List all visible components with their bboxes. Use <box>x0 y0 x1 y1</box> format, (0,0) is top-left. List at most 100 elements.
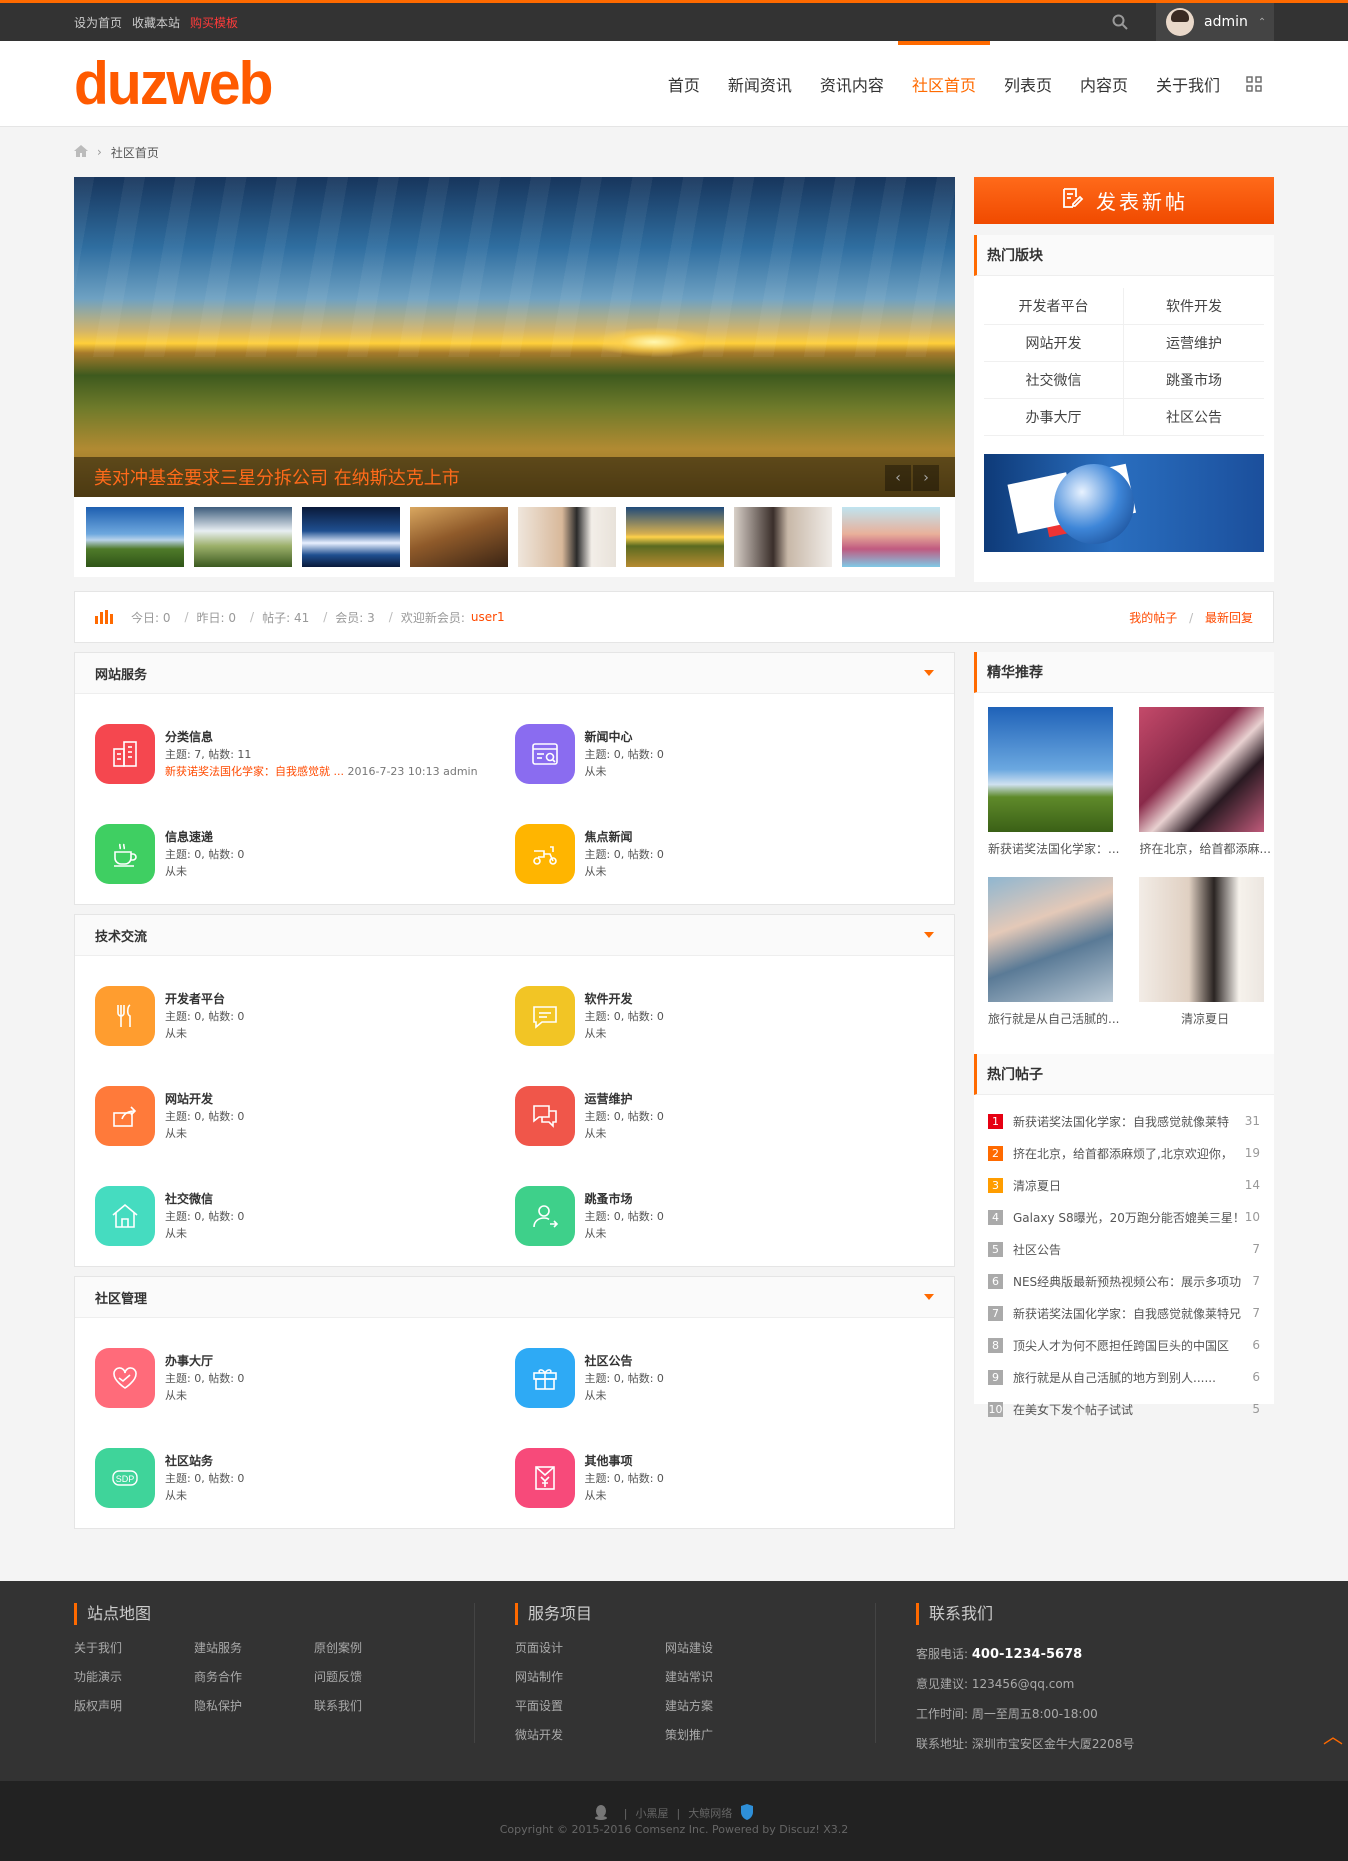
footer-link[interactable]: 建站服务 <box>194 1639 314 1656</box>
forum-item[interactable]: 其他事项 主题: 0, 帖数: 0 从未 <box>514 1428 935 1528</box>
hot-post-item[interactable]: 10 在美女下发个帖子试试 5 <box>974 1393 1274 1425</box>
forum-name[interactable]: 网站开发 <box>165 1091 244 1108</box>
forum-item[interactable]: 社交微信 主题: 0, 帖数: 0 从未 <box>95 1166 515 1266</box>
footer-link[interactable]: 建站方案 <box>665 1697 815 1714</box>
hot-post-title[interactable]: 社区公告 <box>1013 1241 1246 1258</box>
new-post-button[interactable]: 发表新帖 <box>974 177 1274 224</box>
utensils-icon[interactable] <box>95 986 155 1046</box>
building-icon[interactable] <box>95 724 155 784</box>
forum-item[interactable]: 社区公告 主题: 0, 帖数: 0 从未 <box>514 1328 935 1428</box>
forum-item[interactable]: 软件开发 主题: 0, 帖数: 0 从未 <box>514 966 935 1066</box>
grid-menu-icon[interactable] <box>1234 41 1274 127</box>
forum-name[interactable]: 分类信息 <box>165 729 478 746</box>
forum-item[interactable]: 焦点新闻 主题: 0, 帖数: 0 从未 <box>514 804 935 904</box>
footer-link[interactable]: 原创案例 <box>314 1639 434 1656</box>
featured-image[interactable] <box>1139 707 1265 832</box>
messages-icon[interactable] <box>514 1086 575 1146</box>
advertisement-banner[interactable] <box>984 454 1264 552</box>
breadcrumb-current[interactable]: 社区首页 <box>111 144 159 161</box>
footer-link[interactable]: 版权声明 <box>74 1697 194 1714</box>
hot-post-title[interactable]: 在美女下发个帖子试试 <box>1013 1401 1246 1418</box>
hot-post-title[interactable]: 新获诺奖法国化学家：自我感觉就像莱特 <box>1013 1113 1239 1130</box>
footer-link[interactable]: 网站建设 <box>665 1639 815 1656</box>
qq-icon[interactable] <box>594 1804 608 1823</box>
footer-link[interactable]: 微站开发 <box>515 1726 665 1743</box>
forum-last-post[interactable]: 新获诺奖法国化学家：自我感觉就 ... <box>165 765 344 778</box>
home-icon[interactable] <box>74 144 88 160</box>
back-to-top-icon[interactable]: ︿ <box>1323 1720 1343 1749</box>
my-posts-link[interactable]: 我的帖子 <box>1129 611 1177 625</box>
forum-name[interactable]: 软件开发 <box>585 991 664 1008</box>
footer-link[interactable]: 联系我们 <box>314 1697 434 1714</box>
featured-item[interactable]: 旅行就是从自己活腻的... <box>988 877 1119 1047</box>
user-menu[interactable]: admin ⌃ <box>1156 3 1274 41</box>
featured-caption[interactable]: 旅行就是从自己活腻的... <box>988 1010 1119 1027</box>
forum-name[interactable]: 运营维护 <box>585 1091 664 1108</box>
share-icon[interactable] <box>95 1086 155 1146</box>
bookmark-link[interactable]: 收藏本站 <box>132 14 180 31</box>
hot-post-item[interactable]: 4 Galaxy S8曝光，20万跑分能否媲美三星！ 10 <box>974 1201 1274 1233</box>
hot-post-title[interactable]: 清凉夏日 <box>1013 1177 1239 1194</box>
footer-link[interactable]: 商务合作 <box>194 1668 314 1685</box>
hot-board-link[interactable]: 跳蚤市场 <box>1124 362 1264 399</box>
footer-link[interactable]: 关于我们 <box>74 1639 194 1656</box>
hot-post-item[interactable]: 1 新获诺奖法国化学家：自我感觉就像莱特 31 <box>974 1105 1274 1137</box>
hot-post-title[interactable]: Galaxy S8曝光，20万跑分能否媲美三星！ <box>1013 1209 1239 1226</box>
nav-news[interactable]: 新闻资讯 <box>714 41 806 127</box>
collapse-arrow-icon[interactable] <box>924 1294 934 1300</box>
blacklist-link[interactable]: 小黑屋 <box>636 1805 669 1821</box>
nav-home[interactable]: 首页 <box>654 41 714 127</box>
forum-name[interactable]: 开发者平台 <box>165 991 244 1008</box>
chat-icon[interactable] <box>514 986 575 1046</box>
slide-next-button[interactable]: › <box>913 465 939 491</box>
hot-board-link[interactable]: 运营维护 <box>1124 325 1264 362</box>
hot-post-title[interactable]: 顶尖人才为何不愿担任跨国巨头的中国区 <box>1013 1337 1246 1354</box>
featured-item[interactable]: 新获诺奖法国化学家：... <box>988 707 1119 877</box>
thumbnail[interactable] <box>626 507 724 567</box>
hot-board-link[interactable]: 软件开发 <box>1124 288 1264 325</box>
forum-name[interactable]: 新闻中心 <box>585 729 664 746</box>
footer-link[interactable]: 功能演示 <box>74 1668 194 1685</box>
heart-icon[interactable] <box>95 1348 155 1408</box>
forum-item[interactable]: 新闻中心 主题: 0, 帖数: 0 从未 <box>514 704 935 804</box>
hot-post-title[interactable]: 新获诺奖法国化学家：自我感觉就像莱特兄 <box>1013 1305 1246 1322</box>
thumbnail[interactable] <box>194 507 292 567</box>
footer-link[interactable]: 问题反馈 <box>314 1668 434 1685</box>
hot-board-link[interactable]: 开发者平台 <box>984 288 1124 325</box>
hot-board-link[interactable]: 社区公告 <box>1124 399 1264 436</box>
footer-link[interactable]: 网站制作 <box>515 1668 665 1685</box>
collapse-arrow-icon[interactable] <box>924 670 934 676</box>
slide-caption[interactable]: 美对冲基金要求三星分拆公司 在纳斯达克上市 <box>74 457 955 497</box>
thumbnail[interactable] <box>86 507 184 567</box>
nav-content[interactable]: 内容页 <box>1066 41 1142 127</box>
thumbnail[interactable] <box>302 507 400 567</box>
featured-item[interactable]: 清凉夏日 <box>1139 877 1270 1047</box>
hot-post-item[interactable]: 9 旅行就是从自己活腻的地方到别人...... 6 <box>974 1361 1274 1393</box>
footer-link[interactable]: 策划推广 <box>665 1726 815 1743</box>
hot-post-item[interactable]: 6 NES经典版最新预热视频公布：展示多项功 7 <box>974 1265 1274 1297</box>
thumbnail[interactable] <box>410 507 508 567</box>
featured-caption[interactable]: 清凉夏日 <box>1139 1010 1270 1027</box>
scooter-icon[interactable] <box>514 824 575 884</box>
forum-name[interactable]: 办事大厅 <box>165 1353 244 1370</box>
featured-item[interactable]: 挤在北京，给首都添麻... <box>1139 707 1271 877</box>
hot-board-link[interactable]: 办事大厅 <box>984 399 1124 436</box>
browser-icon[interactable] <box>514 724 575 784</box>
forum-item[interactable]: 分类信息 主题: 7, 帖数: 11 新获诺奖法国化学家：自我感觉就 ... 201… <box>95 704 515 804</box>
nav-list[interactable]: 列表页 <box>990 41 1066 127</box>
forum-item[interactable]: 开发者平台 主题: 0, 帖数: 0 从未 <box>95 966 515 1066</box>
hot-post-item[interactable]: 3 清凉夏日 14 <box>974 1169 1274 1201</box>
buy-template-link[interactable]: 购买模板 <box>190 14 238 31</box>
featured-image[interactable] <box>988 877 1113 1002</box>
forum-item[interactable]: 网站开发 主题: 0, 帖数: 0 从未 <box>95 1066 515 1166</box>
hot-post-item[interactable]: 5 社区公告 7 <box>974 1233 1274 1265</box>
forum-name[interactable]: 跳蚤市场 <box>585 1191 664 1208</box>
forum-name[interactable]: 社区公告 <box>585 1353 664 1370</box>
home-icon[interactable] <box>95 1186 155 1246</box>
nav-community[interactable]: 社区首页 <box>897 41 990 127</box>
nav-info[interactable]: 资讯内容 <box>806 41 898 127</box>
logo[interactable]: duzweb <box>74 54 273 114</box>
nav-about[interactable]: 关于我们 <box>1142 41 1234 127</box>
hot-post-item[interactable]: 2 挤在北京，给首都添麻烦了,北京欢迎你， 19 <box>974 1137 1274 1169</box>
forum-item[interactable]: 运营维护 主题: 0, 帖数: 0 从未 <box>514 1066 935 1166</box>
